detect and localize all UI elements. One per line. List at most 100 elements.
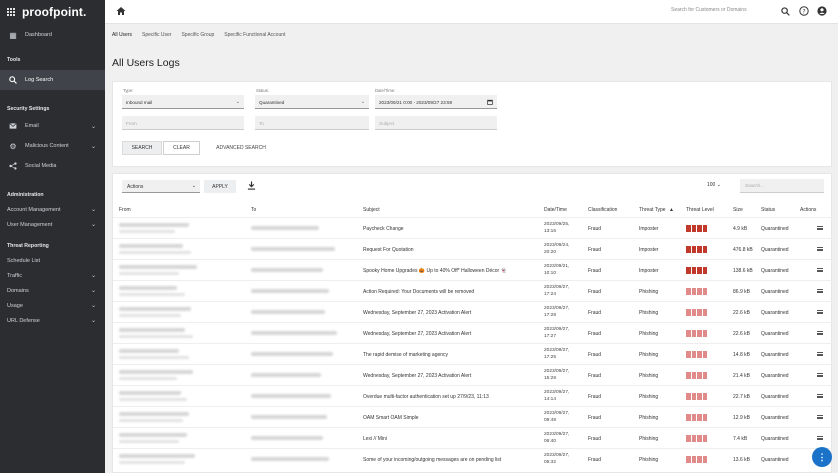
tab-specific-user[interactable]: Specific User [142, 32, 171, 38]
table-row[interactable]: Action Required: Your Documents will be … [113, 280, 833, 301]
row-menu-icon[interactable] [817, 415, 823, 419]
subject-input[interactable]: Subject [375, 116, 497, 130]
table-row[interactable]: Wednesday, September 27, 2023 Activation… [113, 322, 833, 343]
threat-level-bar [697, 414, 702, 421]
cell-subject[interactable]: Wednesday, September 27, 2023 Activation… [363, 310, 471, 316]
cell-subject[interactable]: Action Required: Your Documents will be … [363, 289, 474, 295]
sidebar-item-account-management[interactable]: Account Management ⌄ [0, 202, 105, 217]
tab-specific-functional-account[interactable]: Specific Functional Account [224, 32, 285, 38]
cell-subject[interactable]: Paycheck Change [363, 226, 404, 232]
cell-threat-type: Imposter [639, 247, 659, 253]
row-menu-icon[interactable] [817, 394, 823, 398]
tab-specific-group[interactable]: Specific Group [181, 32, 214, 38]
sidebar-item-domains[interactable]: Domains ⌄ [0, 283, 105, 298]
redacted-from-secondary [119, 335, 193, 338]
row-menu-icon[interactable] [817, 310, 823, 314]
table-row[interactable]: Wednesday, September 27, 2023 Activation… [113, 364, 833, 385]
threat-level-bar [702, 372, 707, 379]
cell-date: 2023/09/27, [544, 306, 570, 311]
page-size-select[interactable]: 100 ⌄ [707, 182, 721, 188]
cell-subject[interactable]: Overdue multi-factor authentication set … [363, 394, 489, 400]
table-row[interactable]: OAM Smart OAM Simple 2023/09/27, 09:49 F… [113, 406, 833, 427]
table-row[interactable]: Wednesday, September 27, 2023 Activation… [113, 301, 833, 322]
sidebar-item-malicious-content[interactable]: ⚙ Malicious Content ⌄ [0, 136, 105, 156]
col-size[interactable]: Size [733, 207, 743, 213]
sidebar-item-email[interactable]: Email ⌄ [0, 116, 105, 136]
row-menu-icon[interactable] [817, 268, 823, 272]
cell-date: 2023/09/27, [544, 327, 570, 332]
row-menu-icon[interactable] [817, 226, 823, 230]
sidebar-item-log-search[interactable]: Log Search [0, 70, 105, 90]
cell-classification: Fraud [588, 436, 602, 442]
row-menu-icon[interactable] [817, 331, 823, 335]
row-menu-icon[interactable] [817, 373, 823, 377]
threat-level-bar [686, 414, 691, 421]
cell-subject[interactable]: Some of your incoming/outgoing messages … [363, 457, 501, 463]
col-subject[interactable]: Subject [363, 207, 380, 213]
sidebar-item-label: Malicious Content [25, 143, 69, 149]
status-select[interactable]: Quarantined ⌄ [255, 95, 369, 109]
clear-button[interactable]: CLEAR [163, 141, 200, 155]
row-menu-icon[interactable] [817, 436, 823, 440]
row-menu-icon[interactable] [817, 289, 823, 293]
sidebar: proofpoint. ▦ Dashboard Tools Log Search… [0, 0, 105, 473]
cell-subject[interactable]: OAM Smart OAM Simple [363, 415, 419, 421]
threat-level-bar [691, 309, 696, 316]
chevron-down-icon: ⌄ [235, 99, 240, 105]
table-search-input[interactable]: Search... [740, 179, 824, 193]
table-row[interactable]: The rapid demise of marketing agency 202… [113, 343, 833, 364]
more-options-button[interactable]: ⋮ [812, 447, 832, 467]
col-classification[interactable]: Classification [588, 207, 617, 213]
col-to[interactable]: To [251, 207, 256, 213]
chevron-down-icon: ⌄ [90, 288, 96, 294]
col-status[interactable]: Status [761, 207, 775, 213]
from-input[interactable]: From [122, 116, 244, 130]
sidebar-item-usage[interactable]: Usage ⌄ [0, 298, 105, 313]
cell-subject[interactable]: Wednesday, September 27, 2023 Activation… [363, 373, 471, 379]
sidebar-item-url-defense[interactable]: URL Defense ⌄ [0, 313, 105, 328]
account-icon[interactable] [817, 6, 827, 16]
col-threat-level[interactable]: Threat Level [686, 207, 714, 213]
sidebar-item-social-media[interactable]: Social Media [0, 156, 105, 176]
table-row[interactable]: Request For Quotation 2023/09/24, 20:20 … [113, 238, 833, 259]
cell-datetime: 2023/09/27, 09:49 [544, 411, 569, 424]
cell-datetime: 2023/09/25, 13:16 [544, 222, 569, 235]
sidebar-item-user-management[interactable]: User Management ⌄ [0, 217, 105, 232]
sidebar-item-schedule-list[interactable]: Schedule List [0, 253, 105, 268]
to-input[interactable]: To [255, 116, 369, 130]
apply-button[interactable]: APPLY [204, 180, 236, 193]
col-threat-type[interactable]: Threat Type ▲ [639, 207, 674, 213]
search-button[interactable]: SEARCH [122, 141, 162, 155]
table-row[interactable]: Lexi // Mini 2023/09/27, 06:40 Fraud Phi… [113, 427, 833, 448]
row-menu-icon[interactable] [817, 247, 823, 251]
cell-subject[interactable]: Spooky Home Upgrades 🎃 Up to 40% Off* Ha… [363, 268, 507, 274]
col-datetime[interactable]: Date/Time [544, 207, 567, 213]
row-menu-icon[interactable] [817, 352, 823, 356]
sidebar-item-traffic[interactable]: Traffic ⌄ [0, 268, 105, 283]
table-row[interactable]: Spooky Home Upgrades 🎃 Up to 40% Off* Ha… [113, 259, 833, 280]
sidebar-item-dashboard[interactable]: ▦ Dashboard [0, 24, 105, 46]
table-row[interactable]: Overdue multi-factor authentication set … [113, 385, 833, 406]
advanced-search-button[interactable]: ADVANCED SEARCH [207, 141, 275, 155]
table-row[interactable]: Paycheck Change 2023/09/25, 13:16 Fraud … [113, 217, 833, 238]
cell-size: 13.6 kB [733, 457, 750, 463]
table-row[interactable]: Some of your incoming/outgoing messages … [113, 448, 833, 469]
cell-subject[interactable]: Lexi // Mini [363, 436, 387, 442]
cell-subject[interactable]: The rapid demise of marketing agency [363, 352, 448, 358]
tab-all-users[interactable]: All Users [112, 32, 132, 38]
cell-subject[interactable]: Request For Quotation [363, 247, 414, 253]
cell-subject[interactable]: Wednesday, September 27, 2023 Activation… [363, 331, 471, 337]
download-icon[interactable] [247, 181, 256, 190]
col-from[interactable]: From [119, 207, 131, 213]
help-icon[interactable]: ? [799, 6, 809, 16]
calendar-icon[interactable] [487, 99, 493, 107]
global-search-input[interactable]: Search for Customers or Domains [671, 7, 771, 13]
search-icon[interactable] [780, 6, 790, 16]
apps-grid-icon[interactable] [7, 7, 16, 17]
datetime-range-input[interactable]: 2023/09/21 0:00 - 2023/09/27 23:59 [375, 95, 497, 109]
threat-level-meter [686, 309, 707, 316]
type-select[interactable]: Inbound mail ⌄ [122, 95, 244, 109]
home-icon[interactable] [116, 6, 126, 16]
actions-select[interactable]: Actions ⌄ [122, 180, 200, 193]
threat-level-bar [697, 225, 702, 232]
